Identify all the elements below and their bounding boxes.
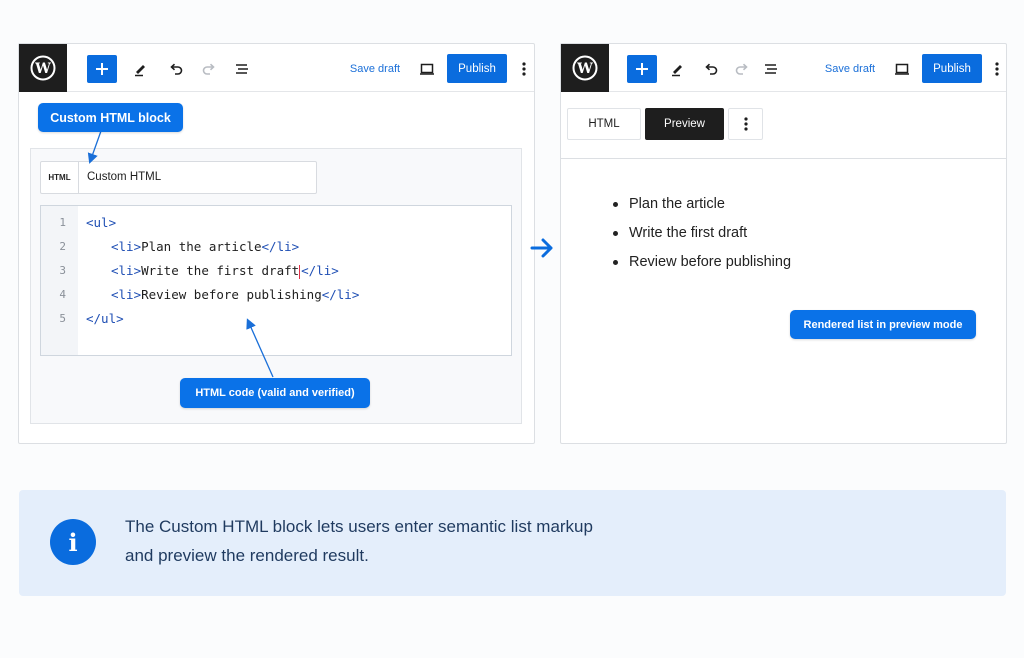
list-view-icon <box>765 64 777 74</box>
callout-rendered-list: Rendered list in preview mode <box>790 310 976 339</box>
list-item: Review before publishing <box>612 252 791 281</box>
redo-icon <box>735 63 748 75</box>
block-options-button[interactable] <box>728 108 763 140</box>
edit-pencil-button[interactable] <box>667 55 689 83</box>
info-text-line: and preview the rendered result. <box>125 546 369 565</box>
block-mode-tabs: HTML Preview <box>561 93 1006 159</box>
more-vertical-icon <box>743 117 748 131</box>
more-vertical-icon <box>995 62 999 76</box>
arrow-right-icon <box>530 238 553 258</box>
tab-preview[interactable]: Preview <box>645 108 724 140</box>
tab-html[interactable]: HTML <box>567 108 641 140</box>
callout-custom-html-block: Custom HTML block <box>38 103 183 132</box>
publish-button[interactable]: Publish <box>922 54 982 83</box>
options-menu-button[interactable] <box>992 55 1002 83</box>
undo-button[interactable] <box>700 55 722 83</box>
callout-pointer-line <box>87 130 102 164</box>
document-overview-button[interactable] <box>760 55 782 83</box>
svg-text:W: W <box>576 61 593 77</box>
list-item: Plan the article <box>612 194 791 223</box>
redo-button[interactable] <box>731 55 753 83</box>
save-draft-button[interactable]: Save draft <box>824 55 876 83</box>
right-editor-panel: W Save draft Publish HTML Preview Plan t… <box>560 43 1007 444</box>
callout-pointer-line <box>246 318 274 378</box>
info-icon: i <box>50 519 96 565</box>
callout-html-code: HTML code (valid and verified) <box>180 378 370 408</box>
rendered-list: Plan the article Write the first draft R… <box>612 194 791 281</box>
info-banner: i The Custom HTML block lets users enter… <box>19 490 1006 596</box>
undo-icon <box>705 63 718 75</box>
preview-device-button[interactable] <box>891 55 913 83</box>
wordpress-logo-icon[interactable]: W <box>561 44 609 92</box>
pencil-icon <box>672 65 682 77</box>
list-item: Write the first draft <box>612 223 791 252</box>
laptop-icon <box>895 63 909 75</box>
add-block-button[interactable] <box>627 55 657 83</box>
plus-icon <box>636 63 648 75</box>
editor-toolbar: W Save draft Publish <box>561 44 1006 92</box>
info-text-line: The Custom HTML block lets users enter s… <box>125 517 593 536</box>
